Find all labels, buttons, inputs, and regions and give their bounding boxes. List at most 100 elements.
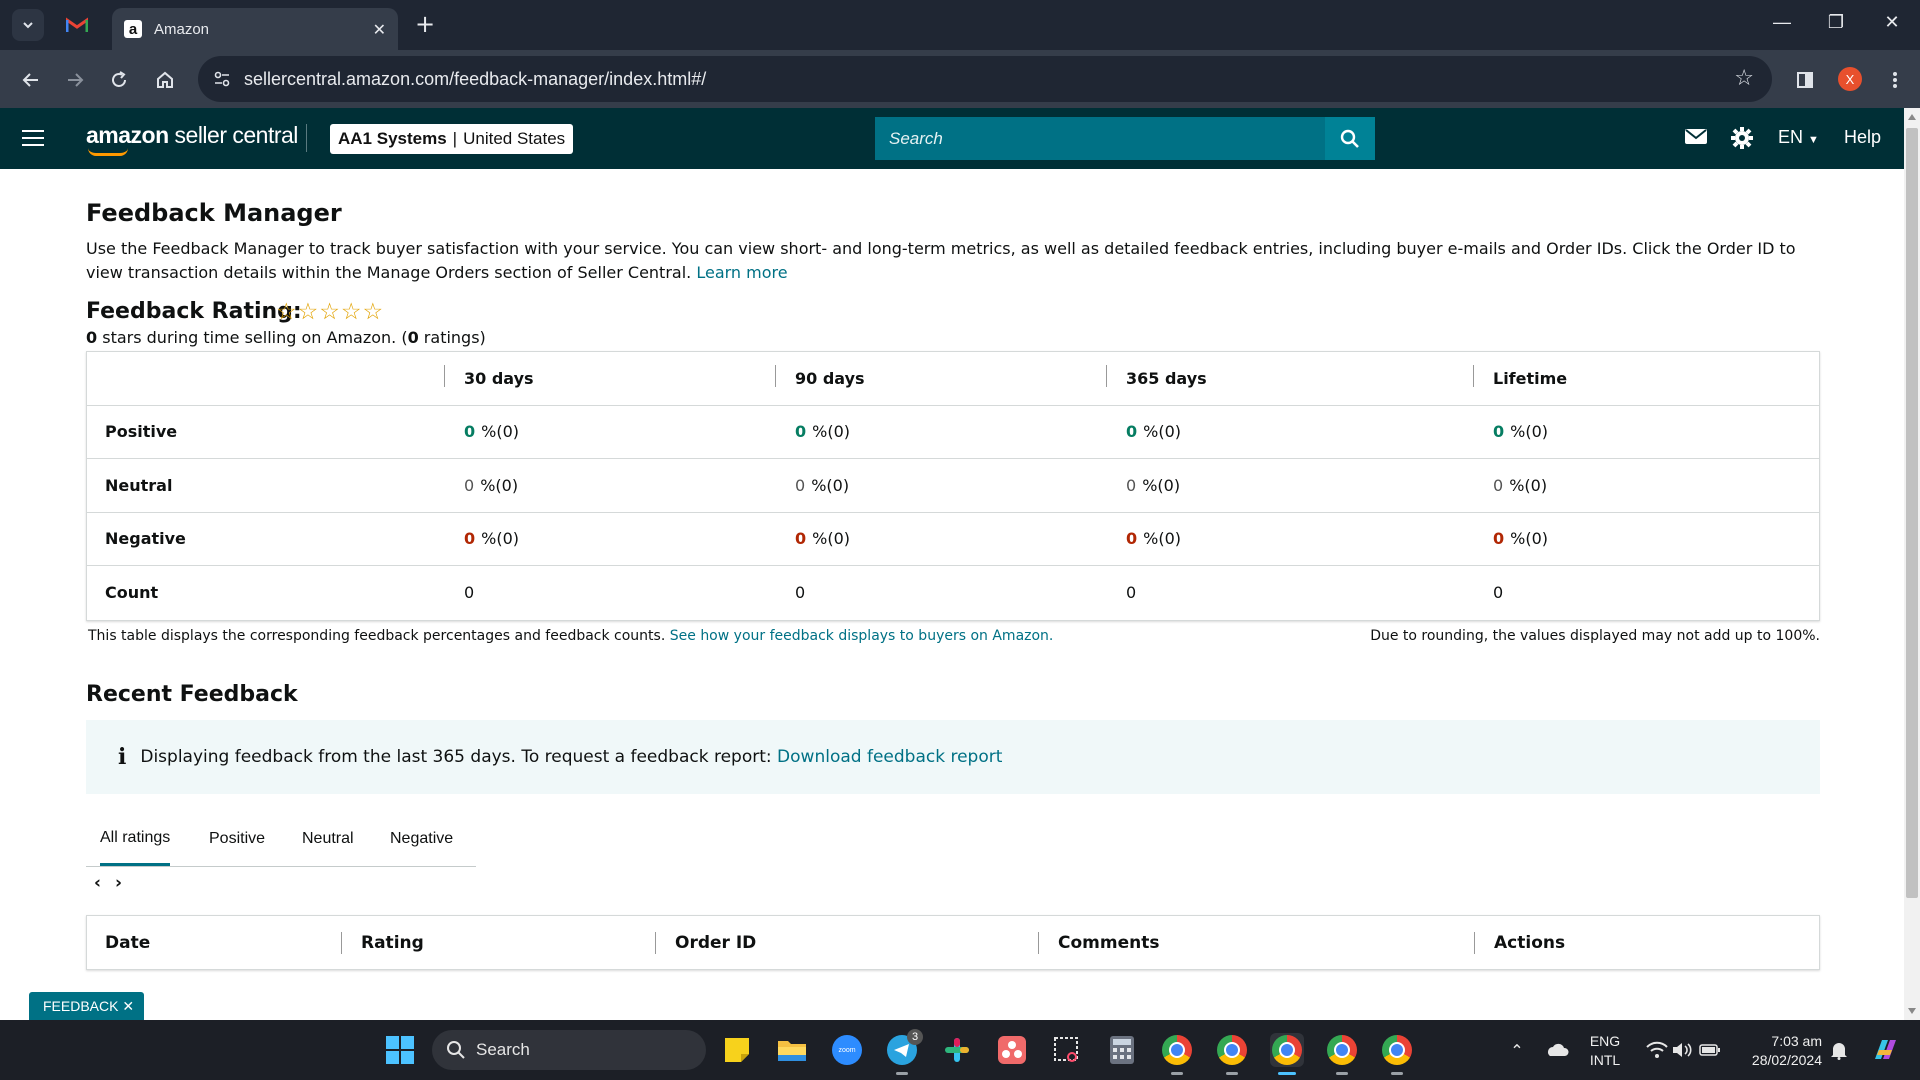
account-switcher[interactable]: AA1 Systems | United States bbox=[330, 124, 574, 154]
tab-all-ratings[interactable]: All ratings bbox=[100, 812, 171, 866]
table-row-negative: Negative 0 %(0) 0 %(0) 0 %(0) 0 %(0) bbox=[87, 513, 1819, 566]
zoom-icon: zoom bbox=[832, 1035, 862, 1065]
feedback-button[interactable]: FEEDBACK ✕ bbox=[29, 992, 145, 1020]
help-link[interactable]: Help bbox=[1844, 127, 1881, 148]
chrome-app-5[interactable] bbox=[1380, 1033, 1414, 1075]
column-header-comments[interactable]: Comments bbox=[1037, 916, 1159, 969]
close-window-button[interactable]: ✕ bbox=[1872, 12, 1912, 38]
scroll-up-icon[interactable] bbox=[1908, 114, 1916, 120]
calculator-app[interactable] bbox=[1105, 1033, 1139, 1067]
account-region: United States bbox=[463, 129, 566, 148]
forward-button[interactable] bbox=[60, 65, 90, 95]
column-header: Lifetime bbox=[1472, 352, 1567, 405]
minimize-button[interactable]: — bbox=[1762, 12, 1802, 38]
snipping-tool-app[interactable] bbox=[1050, 1033, 1084, 1067]
copilot-icon[interactable] bbox=[1868, 1033, 1902, 1067]
show-hidden-icons-chevron-icon[interactable]: ⌃ bbox=[1500, 1033, 1534, 1067]
taskbar-search[interactable]: Search bbox=[432, 1030, 706, 1070]
chevron-right-icon[interactable]: › bbox=[115, 873, 122, 893]
settings-button[interactable] bbox=[1730, 126, 1754, 154]
tab-amazon[interactable]: a Amazon ✕ bbox=[112, 8, 398, 50]
chrome-app-2[interactable] bbox=[1215, 1033, 1249, 1075]
onedrive-icon[interactable] bbox=[1540, 1033, 1574, 1067]
table-cell: 0 %(0) bbox=[795, 475, 850, 495]
row-label: Neutral bbox=[105, 475, 173, 495]
start-button[interactable] bbox=[383, 1033, 417, 1067]
tab-negative[interactable]: Negative bbox=[390, 812, 453, 866]
telegram-icon: 3 bbox=[887, 1029, 923, 1065]
running-indicator bbox=[1226, 1072, 1238, 1075]
chrome-app-4[interactable] bbox=[1325, 1033, 1359, 1075]
close-tab-icon[interactable]: ✕ bbox=[373, 20, 386, 39]
mail-icon bbox=[1685, 129, 1707, 144]
account-separator: | bbox=[452, 129, 458, 148]
info-icon: i bbox=[118, 744, 127, 770]
learn-more-link[interactable]: Learn more bbox=[696, 263, 787, 282]
windows-taskbar: Search zoom 3 ⌃ ENG INTL 7:03 am 28/02/2… bbox=[0, 1020, 1920, 1080]
tab-search-button[interactable] bbox=[12, 9, 44, 41]
new-tab-button[interactable]: + bbox=[412, 12, 438, 38]
table-cell: 0 %(0) bbox=[795, 529, 851, 549]
gear-icon bbox=[1731, 127, 1753, 149]
reload-icon bbox=[112, 71, 126, 87]
amazon-smile-icon bbox=[88, 148, 128, 156]
restore-button[interactable]: ❐ bbox=[1816, 12, 1856, 38]
table-cell: 0 %(0) bbox=[795, 422, 851, 442]
scrollbar-thumb[interactable] bbox=[1906, 128, 1918, 898]
hamburger-menu-icon[interactable] bbox=[22, 130, 44, 146]
download-feedback-report-link[interactable]: Download feedback report bbox=[777, 747, 1002, 767]
close-icon[interactable]: ✕ bbox=[122, 998, 134, 1015]
sticky-notes-app[interactable] bbox=[720, 1033, 754, 1067]
chrome-app-1[interactable] bbox=[1160, 1033, 1194, 1075]
page-scrollbar[interactable] bbox=[1904, 108, 1920, 1020]
search-button[interactable] bbox=[1325, 117, 1375, 160]
browser-menu-button[interactable] bbox=[1880, 65, 1910, 95]
side-panel-button[interactable] bbox=[1790, 65, 1820, 95]
chrome-app-3-active[interactable] bbox=[1270, 1033, 1304, 1075]
recent-feedback-title: Recent Feedback bbox=[86, 682, 298, 707]
chrome-icon bbox=[1162, 1035, 1192, 1065]
seller-central-logo[interactable]: amazon seller central bbox=[86, 122, 298, 149]
column-header-date[interactable]: Date bbox=[105, 916, 150, 969]
back-button[interactable] bbox=[16, 65, 46, 95]
clock[interactable]: 7:03 am 28/02/2024 bbox=[1722, 1032, 1822, 1070]
chevron-left-icon[interactable]: ‹ bbox=[94, 873, 101, 893]
input-language[interactable]: ENG INTL bbox=[1580, 1032, 1630, 1070]
asana-app[interactable] bbox=[995, 1033, 1029, 1067]
table-cell: 0 %(0) bbox=[1126, 422, 1182, 442]
home-button[interactable] bbox=[150, 65, 180, 95]
file-explorer-app[interactable] bbox=[775, 1033, 809, 1067]
header-search bbox=[875, 117, 1375, 160]
site-settings-icon[interactable] bbox=[212, 69, 232, 89]
telegram-app[interactable]: 3 bbox=[885, 1029, 923, 1075]
address-bar[interactable]: sellercentral.amazon.com/feedback-manage… bbox=[198, 56, 1772, 102]
scroll-down-icon[interactable] bbox=[1908, 1008, 1916, 1014]
table-row-count: Count 0 0 0 0 bbox=[87, 566, 1819, 620]
pagination: ‹ › bbox=[94, 873, 136, 893]
bookmark-star-icon[interactable]: ☆ bbox=[1734, 66, 1754, 91]
table-header-row: 30 days 90 days 365 days Lifetime bbox=[87, 352, 1819, 406]
messages-button[interactable] bbox=[1684, 126, 1708, 150]
search-input[interactable] bbox=[875, 117, 1325, 160]
column-header-actions[interactable]: Actions bbox=[1473, 916, 1565, 969]
reload-button[interactable] bbox=[104, 65, 134, 95]
row-label: Negative bbox=[105, 529, 186, 549]
language-selector[interactable]: EN ▼ bbox=[1778, 127, 1819, 148]
tab-positive[interactable]: Positive bbox=[209, 812, 265, 866]
calculator-icon bbox=[1110, 1036, 1134, 1064]
profile-avatar[interactable]: X bbox=[1838, 67, 1862, 91]
recent-feedback-table-header: Date Rating Order ID Comments Actions bbox=[86, 915, 1820, 970]
gmail-tab[interactable] bbox=[64, 12, 90, 38]
feedback-rating-title: Feedback Rating: bbox=[86, 299, 302, 324]
notification-badge: 3 bbox=[907, 1029, 923, 1045]
zoom-app[interactable]: zoom bbox=[830, 1033, 864, 1067]
tab-neutral[interactable]: Neutral bbox=[302, 812, 354, 866]
column-header-rating[interactable]: Rating bbox=[341, 916, 424, 969]
slack-app[interactable] bbox=[940, 1033, 974, 1067]
page-title: Feedback Manager bbox=[86, 199, 342, 227]
feedback-display-link[interactable]: See how your feedback displays to buyers… bbox=[670, 628, 1054, 644]
feedback-rating-table: 30 days 90 days 365 days Lifetime Positi… bbox=[86, 351, 1820, 621]
windows-logo-icon bbox=[386, 1036, 414, 1064]
notifications-bell-icon[interactable] bbox=[1822, 1033, 1856, 1067]
column-header-order-id[interactable]: Order ID bbox=[654, 916, 756, 969]
